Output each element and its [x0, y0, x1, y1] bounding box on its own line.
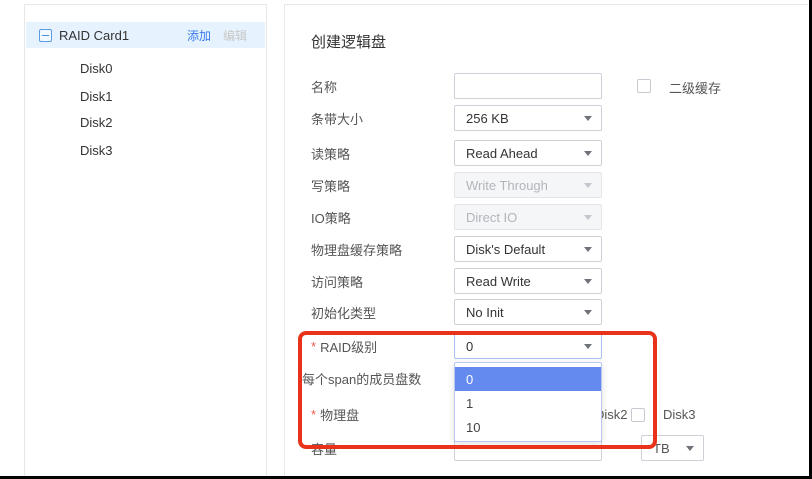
chevron-down-icon — [584, 116, 592, 121]
access-policy-row: 访问策略 Read Write — [311, 268, 808, 294]
name-label: 名称 — [311, 73, 337, 99]
raid-level-value: 0 — [466, 339, 473, 354]
stripe-label: 条带大小 — [311, 105, 363, 131]
collapse-minus-icon[interactable] — [39, 29, 52, 42]
chevron-down-icon — [686, 446, 694, 451]
access-policy-select[interactable]: Read Write — [454, 268, 602, 294]
disk-cache-value: Disk's Default — [466, 242, 545, 257]
chevron-down-icon — [584, 279, 592, 284]
disk-cache-row: 物理盘缓存策略 Disk's Default — [311, 236, 808, 262]
init-type-label: 初始化类型 — [311, 299, 376, 325]
chevron-down-icon — [584, 247, 592, 252]
raid-level-select[interactable]: 0 — [454, 333, 602, 359]
write-policy-row: 写策略 Write Through — [311, 172, 808, 198]
name-input[interactable] — [454, 73, 602, 99]
stripe-value: 256 KB — [466, 111, 509, 126]
raid-card-label: RAID Card1 — [59, 28, 187, 43]
read-policy-select[interactable]: Read Ahead — [454, 140, 602, 166]
init-type-value: No Init — [466, 305, 504, 320]
init-type-select[interactable]: No Init — [454, 299, 602, 325]
capacity-label: 容量 — [311, 435, 337, 461]
write-policy-label: 写策略 — [311, 172, 350, 198]
span-members-label: 每个span的成员盘数 — [302, 365, 421, 391]
read-policy-label: 读策略 — [311, 140, 350, 166]
disk3-checkbox-group: Disk3 — [631, 407, 696, 422]
physical-disk-label: * 物理盘 — [311, 401, 359, 427]
raid-level-dropdown-panel: 0 1 10 — [454, 362, 602, 442]
stripe-row: 条带大小 256 KB — [311, 105, 808, 131]
chevron-down-icon — [584, 310, 592, 315]
io-policy-value: Direct IO — [466, 210, 517, 225]
name-row: 名称 二级缓存 — [311, 73, 808, 99]
disk3-checkbox-label: Disk3 — [663, 407, 696, 422]
raid-level-option-10[interactable]: 10 — [455, 415, 601, 439]
disk3-checkbox[interactable] — [631, 408, 645, 422]
write-policy-value: Write Through — [466, 178, 548, 193]
chevron-down-icon — [584, 151, 592, 156]
init-type-row: 初始化类型 No Init — [311, 299, 808, 325]
io-policy-row: IO策略 Direct IO — [311, 204, 808, 230]
chevron-down-icon — [584, 215, 592, 220]
disk-cache-label: 物理盘缓存策略 — [311, 236, 402, 262]
required-star-icon: * — [311, 407, 316, 422]
access-policy-label: 访问策略 — [311, 268, 363, 294]
stripe-select[interactable]: 256 KB — [454, 105, 602, 131]
sidebar-item-disk0[interactable]: Disk0 — [26, 54, 265, 82]
sidebar-item-disk2[interactable]: Disk2 — [26, 108, 265, 136]
write-policy-select: Write Through — [454, 172, 602, 198]
io-policy-label: IO策略 — [311, 204, 351, 230]
disk-cache-select[interactable]: Disk's Default — [454, 236, 602, 262]
raid-level-row: * RAID级别 0 — [311, 333, 808, 359]
sidebar-item-raid-card[interactable]: RAID Card1 添加 编辑 — [26, 22, 265, 48]
capacity-unit-select[interactable]: TB — [641, 435, 704, 461]
access-policy-value: Read Write — [466, 274, 531, 289]
required-star-icon: * — [311, 339, 316, 354]
chevron-down-icon — [584, 344, 592, 349]
secondary-cache-label: 二级缓存 — [669, 78, 721, 97]
secondary-cache-checkbox[interactable] — [637, 79, 651, 93]
raid-level-label: * RAID级别 — [311, 333, 377, 359]
raid-level-option-1[interactable]: 1 — [455, 391, 601, 415]
add-link[interactable]: 添加 — [187, 27, 211, 44]
device-tree-panel: RAID Card1 添加 编辑 Disk0 Disk1 Disk2 Disk3 — [24, 4, 267, 476]
chevron-down-icon — [584, 183, 592, 188]
sidebar-item-disk1[interactable]: Disk1 — [26, 82, 265, 110]
page-title: 创建逻辑盘 — [311, 31, 386, 52]
sidebar-item-disk3[interactable]: Disk3 — [26, 136, 265, 164]
read-policy-row: 读策略 Read Ahead — [311, 140, 808, 166]
edit-link[interactable]: 编辑 — [223, 27, 247, 44]
io-policy-select: Direct IO — [454, 204, 602, 230]
capacity-unit-value: TB — [653, 441, 670, 456]
read-policy-value: Read Ahead — [466, 146, 538, 161]
create-logical-disk-panel: 创建逻辑盘 名称 二级缓存 条带大小 256 KB 读策略 Read Ahead… — [284, 4, 808, 476]
raid-level-option-0[interactable]: 0 — [455, 367, 601, 391]
